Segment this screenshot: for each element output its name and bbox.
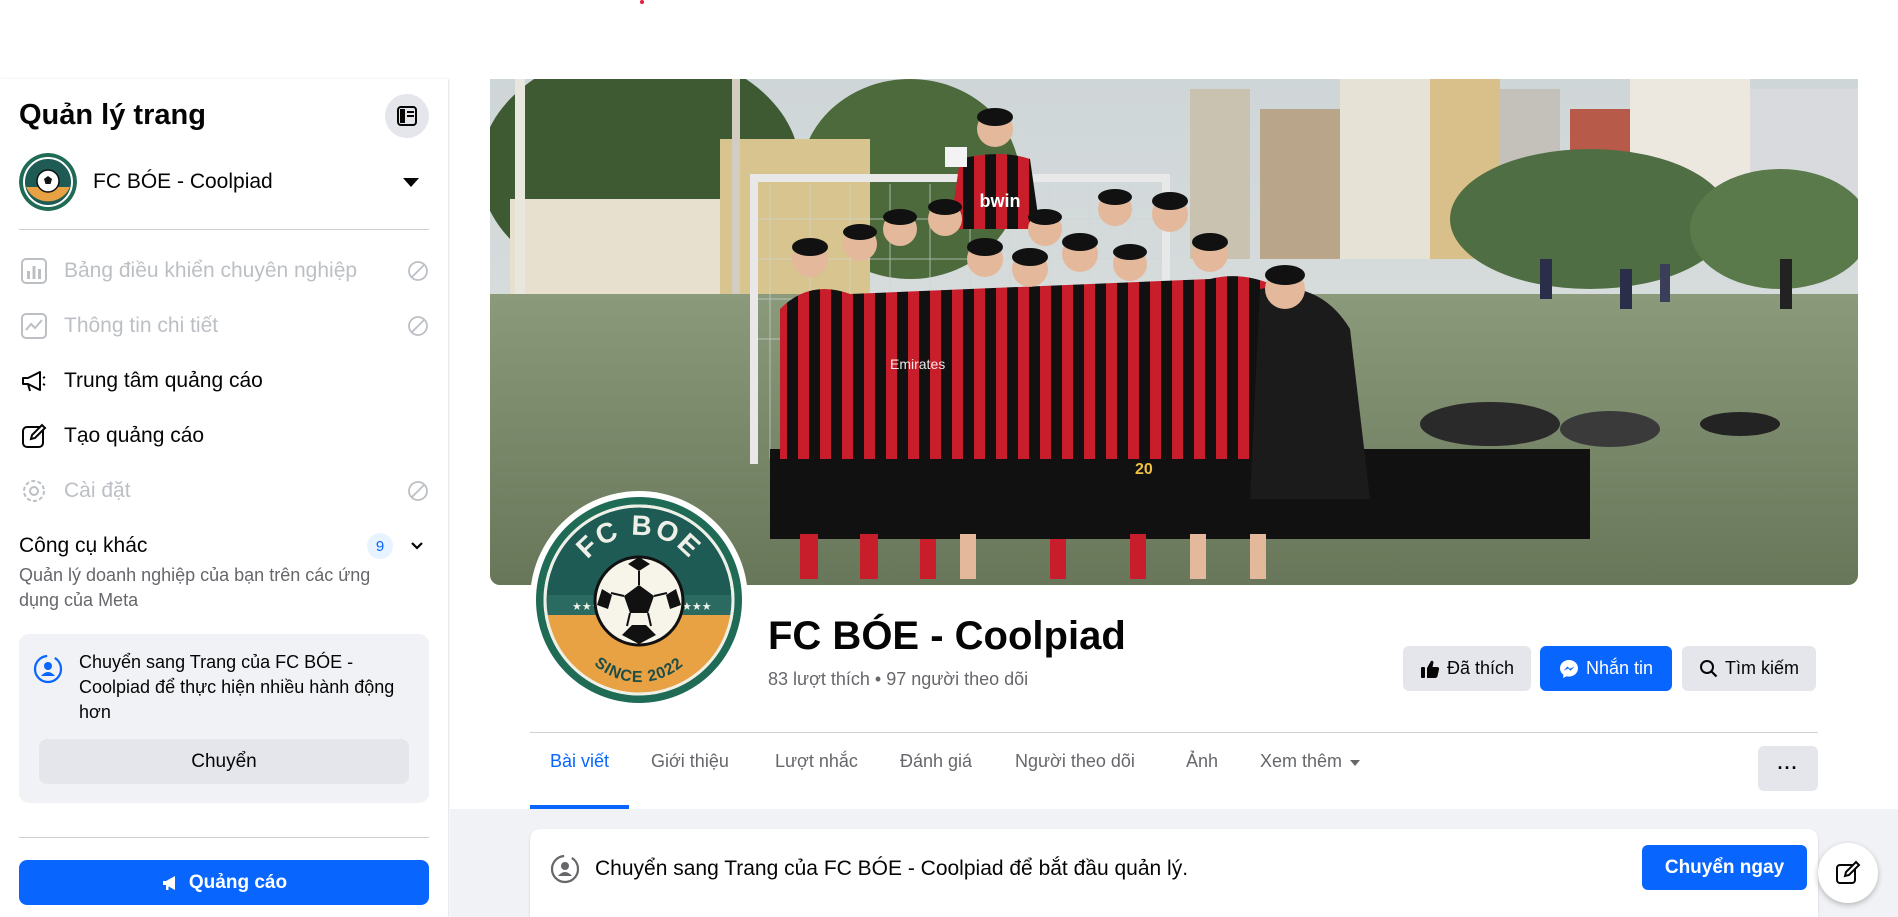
restricted-icon <box>408 261 428 281</box>
collapse-sidebar-button[interactable] <box>385 94 429 138</box>
page-avatar <box>19 153 77 211</box>
sidebar-toggle-icon <box>397 106 417 126</box>
notification-dot <box>640 0 644 4</box>
tab-followers[interactable]: Người theo dõi <box>1015 745 1135 809</box>
message-button[interactable]: Nhắn tin <box>1540 646 1672 691</box>
menu-item-label: Cài đặt <box>64 479 131 502</box>
tab-see-more[interactable]: Xem thêm <box>1260 745 1361 809</box>
more-tools-description: Quản lý doanh nghiệp của bạn trên các ứn… <box>19 565 371 610</box>
switch-to-page-banner: Chuyển sang Trang của FC BÓE - Coolpiad … <box>530 829 1818 917</box>
restricted-icon <box>408 481 428 501</box>
menu-item-create-ad[interactable]: Tạo quảng cáo <box>19 414 429 458</box>
chevron-down-icon <box>411 542 423 550</box>
edit-icon <box>19 421 49 451</box>
top-navigation-bar <box>0 0 1898 79</box>
page-switcher-name: FC BÓE - Coolpiad <box>93 170 273 193</box>
tab-label: Xem thêm <box>1260 751 1343 771</box>
promote-button-label: Quảng cáo <box>188 871 288 893</box>
tabs-divider <box>530 732 1818 733</box>
page-profile-picture[interactable]: FC BOE SINCE 2022 ★★★ ★★★ <box>530 491 748 709</box>
menu-item-insights[interactable]: Thông tin chi tiết <box>19 304 429 348</box>
manage-page-sidebar: Quản lý trang FC BÓE - Coolpiad Bảng điề… <box>0 79 448 917</box>
shirt-text: Emirates <box>890 356 945 372</box>
gear-icon <box>19 476 49 506</box>
menu-item-professional-dashboard[interactable]: Bảng điều khiển chuyên nghiệp <box>19 249 429 293</box>
sidebar-divider <box>19 229 429 230</box>
dropdown-triangle-icon <box>1350 760 1361 766</box>
more-options-button[interactable]: ··· <box>1758 746 1818 791</box>
message-button-label: Nhắn tin <box>1585 658 1654 678</box>
menu-item-settings[interactable]: Cài đặt <box>19 469 429 513</box>
menu-item-label: Tạo quảng cáo <box>64 424 205 447</box>
page-switcher[interactable]: FC BÓE - Coolpiad <box>19 151 429 213</box>
thumbs-up-icon <box>1420 660 1440 678</box>
switch-now-button[interactable]: Chuyển ngay <box>1642 845 1807 890</box>
svg-text:★★★: ★★★ <box>682 600 712 613</box>
liked-button[interactable]: Đã thích <box>1403 646 1531 691</box>
tab-label: Lượt nhắc <box>775 751 858 771</box>
sidebar-title: Quản lý trang <box>19 99 206 131</box>
restricted-icon <box>408 316 428 336</box>
caret-down-icon <box>403 177 419 187</box>
messenger-icon <box>1559 659 1578 678</box>
tab-label: Người theo dõi <box>1015 751 1135 771</box>
page-main: bwin Emirates 20 FC BOE SINCE 2022 ★★★ ★… <box>450 79 1898 917</box>
switch-profile-icon <box>550 854 580 884</box>
more-tools-section: Công cụ khác 9 Quản lý doanh nghiệp của … <box>19 531 429 613</box>
switch-to-page-text: Chuyển sang Trang của FC BÓE - Coolpiad … <box>595 857 1189 880</box>
sidebar-divider <box>19 837 429 838</box>
liked-button-label: Đã thích <box>1446 658 1515 678</box>
menu-item-ad-center[interactable]: Trung tâm quảng cáo <box>19 359 429 403</box>
megaphone-icon <box>19 366 49 396</box>
menu-item-label: Trung tâm quảng cáo <box>64 369 263 392</box>
menu-item-label: Bảng điều khiển chuyên nghiệp <box>64 259 358 282</box>
tab-label: Ảnh <box>1186 751 1219 771</box>
page-title: FC BÓE - Coolpiad <box>768 614 1126 658</box>
search-icon <box>1700 660 1718 678</box>
switch-profile-card: Chuyển sang Trang của FC BÓE - Coolpiad … <box>19 634 429 803</box>
shirt-sponsor-text: bwin <box>980 191 1021 211</box>
shirt-number: 20 <box>1135 461 1153 478</box>
switch-profile-text: Chuyển sang Trang của FC BÓE - Coolpiad … <box>79 652 395 722</box>
tab-photos[interactable]: Ảnh <box>1186 745 1218 809</box>
tab-mentions[interactable]: Lượt nhắc <box>775 745 858 809</box>
more-tools-count-badge: 9 <box>367 533 393 559</box>
fc-boe-logo: FC BOE SINCE 2022 ★★★ ★★★ <box>536 497 742 703</box>
tab-posts[interactable]: Bài viết <box>530 745 630 809</box>
menu-item-label: Thông tin chi tiết <box>64 314 219 337</box>
tab-reviews[interactable]: Đánh giá <box>900 745 972 809</box>
megaphone-icon <box>162 875 175 890</box>
promote-button[interactable]: Quảng cáo <box>19 860 429 905</box>
tab-label: Đánh giá <box>900 751 973 771</box>
compose-icon <box>1836 860 1861 884</box>
more-tools-title: Công cụ khác <box>19 534 148 557</box>
search-page-button[interactable]: Tìm kiếm <box>1682 646 1816 691</box>
switch-profile-button[interactable]: Chuyển <box>39 739 409 784</box>
more-tools-header[interactable]: Công cụ khác 9 <box>19 531 429 561</box>
tab-about[interactable]: Giới thiệu <box>651 745 729 809</box>
compose-message-button[interactable] <box>1818 843 1878 903</box>
search-page-button-label: Tìm kiếm <box>1725 658 1799 678</box>
page-likes-followers[interactable]: 83 lượt thích • 97 người theo dõi <box>768 669 1028 690</box>
dashboard-icon <box>19 256 49 286</box>
tab-label: Giới thiệu <box>651 751 729 771</box>
insights-icon <box>19 311 49 341</box>
switch-profile-icon <box>33 654 63 684</box>
page-header-section: bwin Emirates 20 FC BOE SINCE 2022 ★★★ ★… <box>450 79 1898 809</box>
tab-label: Bài viết <box>550 751 610 771</box>
